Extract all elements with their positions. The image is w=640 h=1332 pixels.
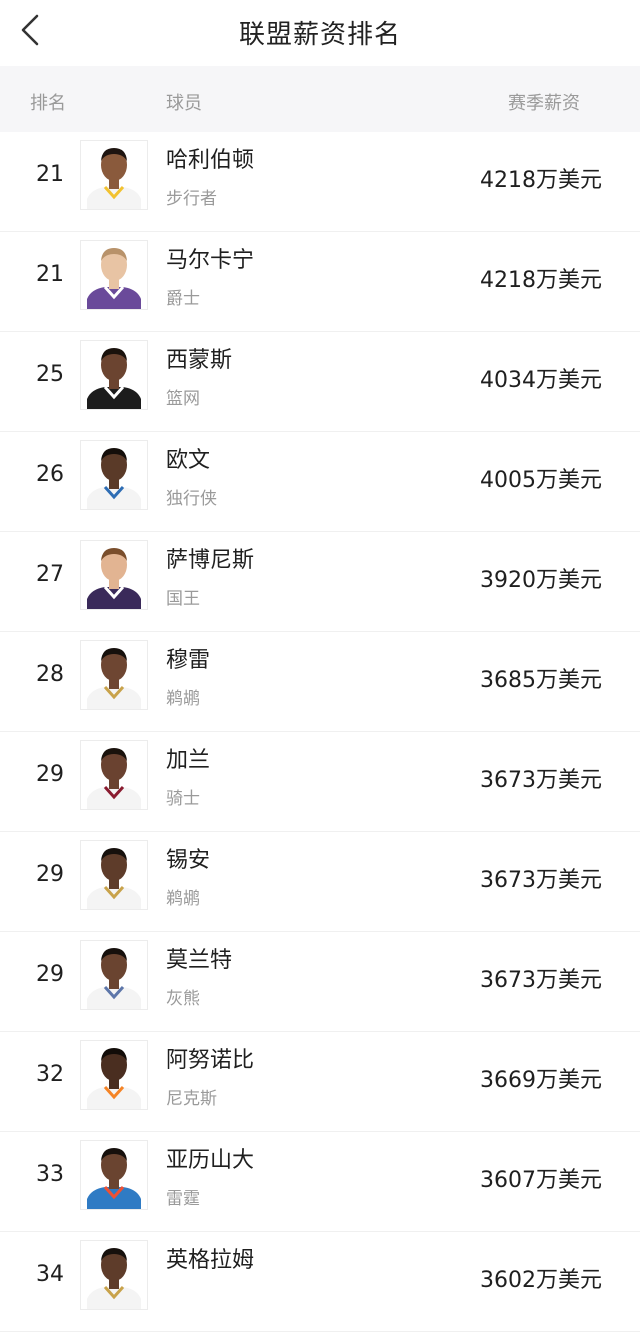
- player-headshot-icon: [81, 841, 147, 909]
- player-name[interactable]: 欧文: [166, 442, 210, 474]
- ranking-list: 21 哈利伯顿步行者 4218万美元 21 马尔卡宁爵士 4218万美元 25 西蒙斯篮网 40…: [0, 132, 640, 1332]
- player-name[interactable]: 加兰: [166, 742, 210, 774]
- player-team: 篮网: [166, 389, 200, 409]
- player-avatar[interactable]: [80, 940, 148, 1010]
- player-row[interactable]: 21 马尔卡宁爵士 4218万美元: [0, 232, 640, 332]
- player-name[interactable]: 英格拉姆: [166, 1242, 254, 1274]
- column-header-salary[interactable]: 赛季薪资: [508, 89, 580, 115]
- player-headshot-icon: [81, 1241, 147, 1309]
- player-salary: 3673万美元: [480, 768, 602, 793]
- top-bar: 联盟薪资排名: [0, 0, 640, 66]
- player-team: 尼克斯: [166, 1089, 217, 1109]
- player-headshot-icon: [81, 441, 147, 509]
- player-row[interactable]: 34 英格拉姆 3602万美元: [0, 1232, 640, 1332]
- player-headshot-icon: [81, 941, 147, 1009]
- player-salary: 3920万美元: [480, 568, 602, 593]
- player-name[interactable]: 穆雷: [166, 642, 210, 674]
- player-rank: 25: [36, 362, 64, 387]
- player-team: 国王: [166, 589, 200, 609]
- player-rank: 33: [36, 1162, 64, 1187]
- player-avatar[interactable]: [80, 440, 148, 510]
- player-avatar[interactable]: [80, 640, 148, 710]
- player-avatar[interactable]: [80, 540, 148, 610]
- player-salary: 4218万美元: [480, 168, 602, 193]
- player-row[interactable]: 27 萨博尼斯国王 3920万美元: [0, 532, 640, 632]
- player-salary: 3669万美元: [480, 1068, 602, 1093]
- player-rank: 32: [36, 1062, 64, 1087]
- player-name[interactable]: 西蒙斯: [166, 342, 232, 374]
- player-row[interactable]: 26 欧文独行侠 4005万美元: [0, 432, 640, 532]
- page-title: 联盟薪资排名: [238, 20, 401, 50]
- player-row[interactable]: 29 锡安鹈鹕 3673万美元: [0, 832, 640, 932]
- player-row[interactable]: 25 西蒙斯篮网 4034万美元: [0, 332, 640, 432]
- player-rank: 21: [36, 262, 64, 287]
- player-headshot-icon: [81, 741, 147, 809]
- player-headshot-icon: [81, 241, 147, 309]
- player-headshot-icon: [81, 1141, 147, 1209]
- player-row[interactable]: 21 哈利伯顿步行者 4218万美元: [0, 132, 640, 232]
- player-team: 骑士: [166, 789, 200, 809]
- column-header-rank: 排名: [30, 93, 66, 114]
- player-name[interactable]: 萨博尼斯: [166, 542, 254, 574]
- player-avatar[interactable]: [80, 740, 148, 810]
- player-salary: 3673万美元: [480, 968, 602, 993]
- column-header-player: 球员: [166, 93, 202, 114]
- player-avatar[interactable]: [80, 840, 148, 910]
- player-headshot-icon: [81, 141, 147, 209]
- player-rank: 29: [36, 762, 64, 787]
- player-row[interactable]: 29 莫兰特灰熊 3673万美元: [0, 932, 640, 1032]
- player-team: 鹈鹕: [166, 689, 200, 709]
- player-headshot-icon: [81, 1041, 147, 1109]
- player-rank: 29: [36, 962, 64, 987]
- player-name[interactable]: 马尔卡宁: [166, 242, 254, 274]
- player-avatar[interactable]: [80, 340, 148, 410]
- player-avatar[interactable]: [80, 1240, 148, 1310]
- column-header-bar: 排名 球员 赛季薪资: [0, 66, 640, 132]
- player-avatar[interactable]: [80, 240, 148, 310]
- player-name[interactable]: 莫兰特: [166, 942, 232, 974]
- player-headshot-icon: [81, 341, 147, 409]
- player-avatar[interactable]: [80, 140, 148, 210]
- player-team: 步行者: [166, 189, 217, 209]
- player-salary: 3607万美元: [480, 1168, 602, 1193]
- player-name[interactable]: 阿努诺比: [166, 1042, 254, 1074]
- player-salary: 4034万美元: [480, 368, 602, 393]
- player-row[interactable]: 29 加兰骑士 3673万美元: [0, 732, 640, 832]
- player-rank: 29: [36, 862, 64, 887]
- player-row[interactable]: 28 穆雷鹈鹕 3685万美元: [0, 632, 640, 732]
- player-row[interactable]: 32 阿努诺比尼克斯 3669万美元: [0, 1032, 640, 1132]
- player-salary: 4005万美元: [480, 468, 602, 493]
- player-rank: 21: [36, 162, 64, 187]
- player-avatar[interactable]: [80, 1040, 148, 1110]
- player-name[interactable]: 锡安: [166, 842, 210, 874]
- player-rank: 28: [36, 662, 64, 687]
- player-team: 独行侠: [166, 489, 217, 509]
- player-team: 雷霆: [166, 1189, 200, 1209]
- player-rank: 26: [36, 462, 64, 487]
- player-team: 鹈鹕: [166, 889, 200, 909]
- player-headshot-icon: [81, 541, 147, 609]
- player-team: 灰熊: [166, 989, 200, 1009]
- player-name[interactable]: 亚历山大: [166, 1142, 254, 1174]
- player-headshot-icon: [81, 641, 147, 709]
- player-rank: 27: [36, 562, 64, 587]
- player-name[interactable]: 哈利伯顿: [166, 142, 254, 174]
- player-salary: 3602万美元: [480, 1268, 602, 1293]
- player-salary: 3673万美元: [480, 868, 602, 893]
- player-salary: 3685万美元: [480, 668, 602, 693]
- player-salary: 4218万美元: [480, 268, 602, 293]
- player-rank: 34: [36, 1262, 64, 1287]
- player-team: 爵士: [166, 289, 200, 309]
- player-avatar[interactable]: [80, 1140, 148, 1210]
- player-row[interactable]: 33 亚历山大雷霆 3607万美元: [0, 1132, 640, 1232]
